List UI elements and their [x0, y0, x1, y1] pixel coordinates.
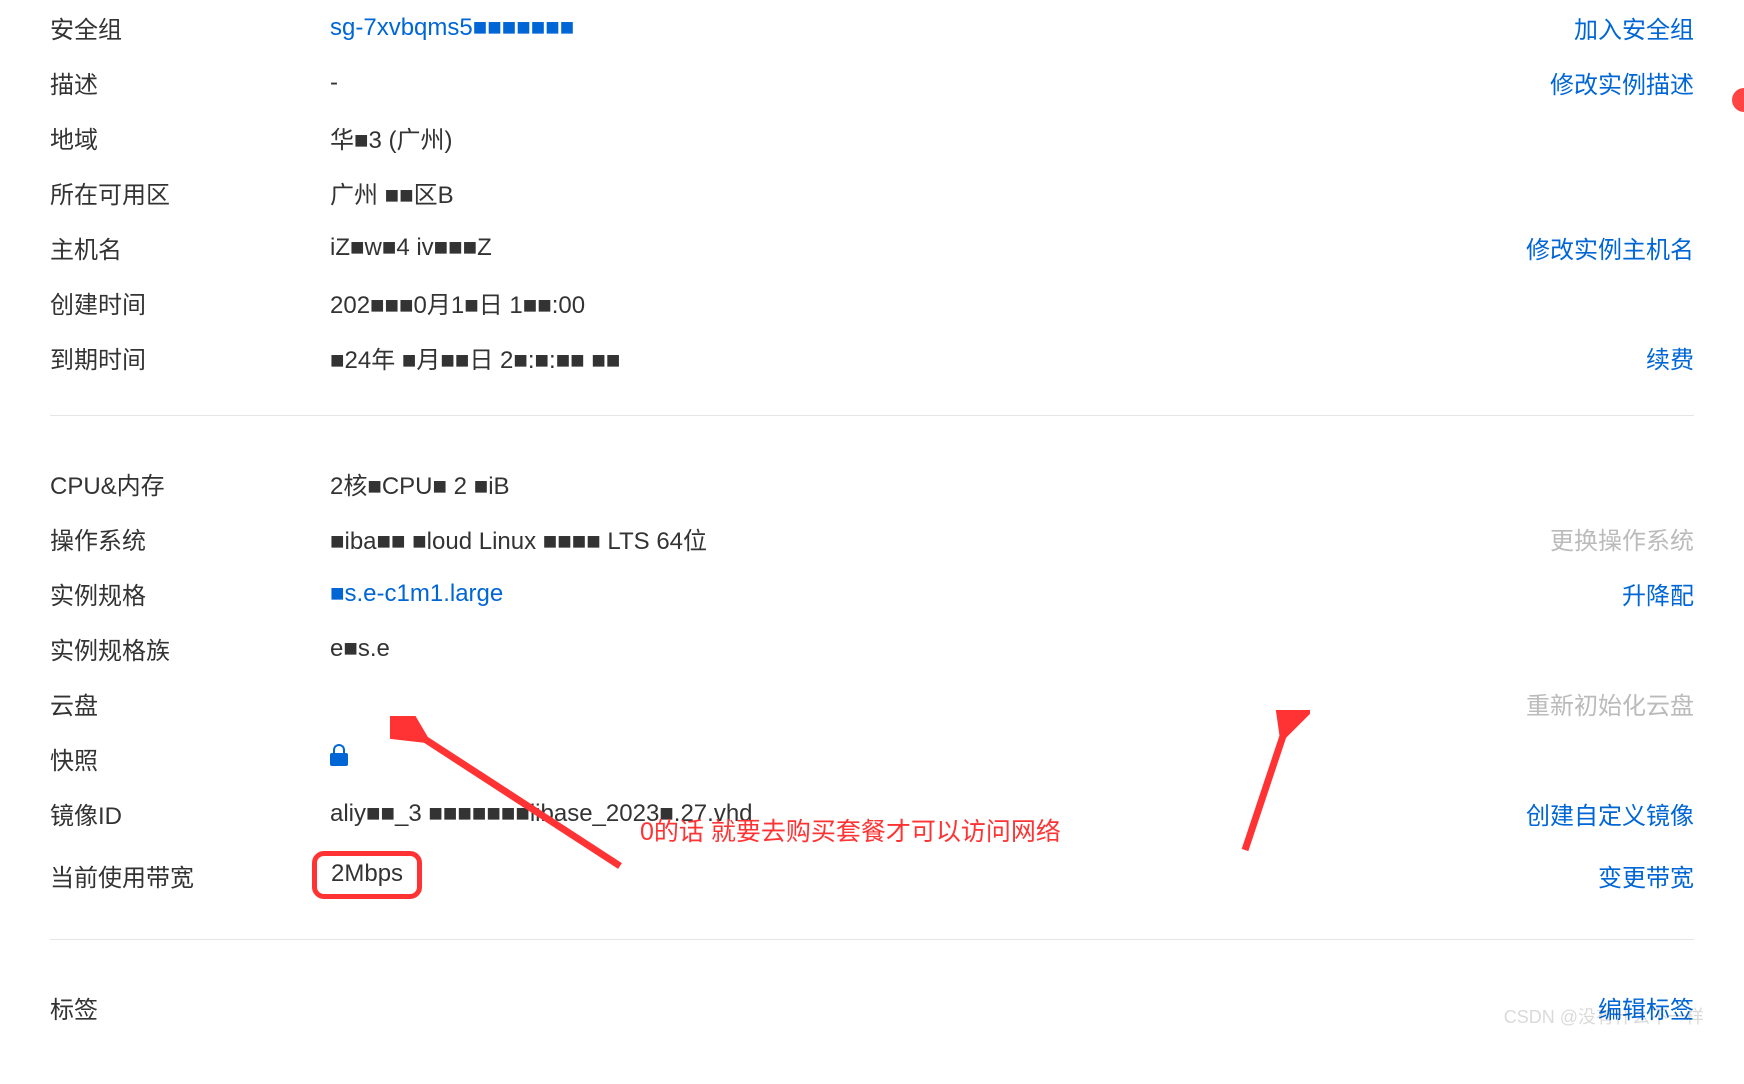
value-hostname: iZ■w■4 iv■■■Z [330, 234, 1494, 262]
value-expire-time: ■24年 ■月■■日 2■:■:■■ ■■ [330, 340, 1494, 375]
label-tags: 标签 [50, 990, 330, 1025]
label-hostname: 主机名 [50, 230, 330, 265]
action-renew[interactable]: 续费 [1646, 347, 1694, 374]
section-divider [50, 415, 1694, 416]
value-security-group[interactable]: sg-7xvbqms5■■■■■■■ [330, 14, 574, 41]
row-tags: 标签 编辑标签 [50, 980, 1694, 1035]
action-resize[interactable]: 升降配 [1622, 583, 1694, 610]
row-instance-type: 实例规格 ■s.e-c1m1.large 升降配 [50, 566, 1694, 621]
row-security-group: 安全组 sg-7xvbqms5■■■■■■■ 加入安全组 [50, 0, 1694, 55]
row-cpu-mem: CPU&内存 2核■CPU■ 2 ■iB [50, 456, 1694, 511]
label-cpu-mem: CPU&内存 [50, 466, 330, 501]
label-description: 描述 [50, 65, 330, 100]
section-divider-2 [50, 939, 1694, 940]
label-instance-type: 实例规格 [50, 576, 330, 611]
label-os: 操作系统 [50, 521, 330, 556]
value-description: - [330, 69, 1494, 97]
value-disk [330, 690, 1494, 718]
value-instance-family: e■s.e [330, 635, 1494, 663]
row-instance-family: 实例规格族 e■s.e [50, 621, 1694, 676]
lock-icon [330, 744, 348, 766]
action-reinit-disk: 重新初始化云盘 [1526, 693, 1694, 720]
row-zone: 所在可用区 广州 ■■区B [50, 165, 1694, 220]
row-os: 操作系统 ■iba■■ ■loud Linux ■■■■ LTS 64位 更换操… [50, 511, 1694, 566]
action-create-image[interactable]: 创建自定义镜像 [1526, 803, 1694, 830]
bandwidth-highlight: 2Mbps [312, 851, 422, 899]
watermark: CSDN @没有什么不一样 [1504, 1003, 1704, 1029]
row-created-time: 创建时间 202■■■0月1■日 1■■:00 [50, 275, 1694, 330]
value-snapshot [330, 744, 1494, 773]
label-disk: 云盘 [50, 686, 330, 721]
label-security-group: 安全组 [50, 10, 330, 45]
value-bandwidth: 2Mbps [331, 860, 403, 887]
value-region: 华■3 (广州) [330, 120, 1494, 155]
row-expire-time: 到期时间 ■24年 ■月■■日 2■:■:■■ ■■ 续费 [50, 330, 1694, 385]
red-dot-indicator [1732, 88, 1744, 112]
label-created-time: 创建时间 [50, 285, 330, 320]
row-description: 描述 - 修改实例描述 [50, 55, 1694, 110]
label-zone: 所在可用区 [50, 175, 330, 210]
action-join-security-group[interactable]: 加入安全组 [1574, 17, 1694, 44]
value-os: ■iba■■ ■loud Linux ■■■■ LTS 64位 [330, 521, 1494, 556]
action-change-os: 更换操作系统 [1550, 528, 1694, 555]
label-region: 地域 [50, 120, 330, 155]
action-change-bandwidth[interactable]: 变更带宽 [1598, 865, 1694, 892]
action-edit-hostname[interactable]: 修改实例主机名 [1526, 237, 1694, 264]
value-created-time: 202■■■0月1■日 1■■:00 [330, 285, 1494, 320]
action-edit-description[interactable]: 修改实例描述 [1550, 72, 1694, 99]
annotation-text: 0的话 就要去购买套餐才可以访问网络 [640, 812, 1061, 848]
value-instance-type[interactable]: ■s.e-c1m1.large [330, 580, 503, 607]
label-bandwidth: 当前使用带宽 [50, 858, 330, 893]
label-expire-time: 到期时间 [50, 340, 330, 375]
value-zone: 广州 ■■区B [330, 175, 1494, 210]
label-snapshot: 快照 [50, 741, 330, 776]
value-cpu-mem: 2核■CPU■ 2 ■iB [330, 466, 1494, 501]
row-snapshot: 快照 [50, 731, 1694, 786]
row-region: 地域 华■3 (广州) [50, 110, 1694, 165]
row-hostname: 主机名 iZ■w■4 iv■■■Z 修改实例主机名 [50, 220, 1694, 275]
label-image-id: 镜像ID [50, 796, 330, 831]
label-instance-family: 实例规格族 [50, 631, 330, 666]
row-bandwidth: 当前使用带宽 2Mbps 变更带宽 [50, 841, 1694, 909]
row-disk: 云盘 重新初始化云盘 [50, 676, 1694, 731]
